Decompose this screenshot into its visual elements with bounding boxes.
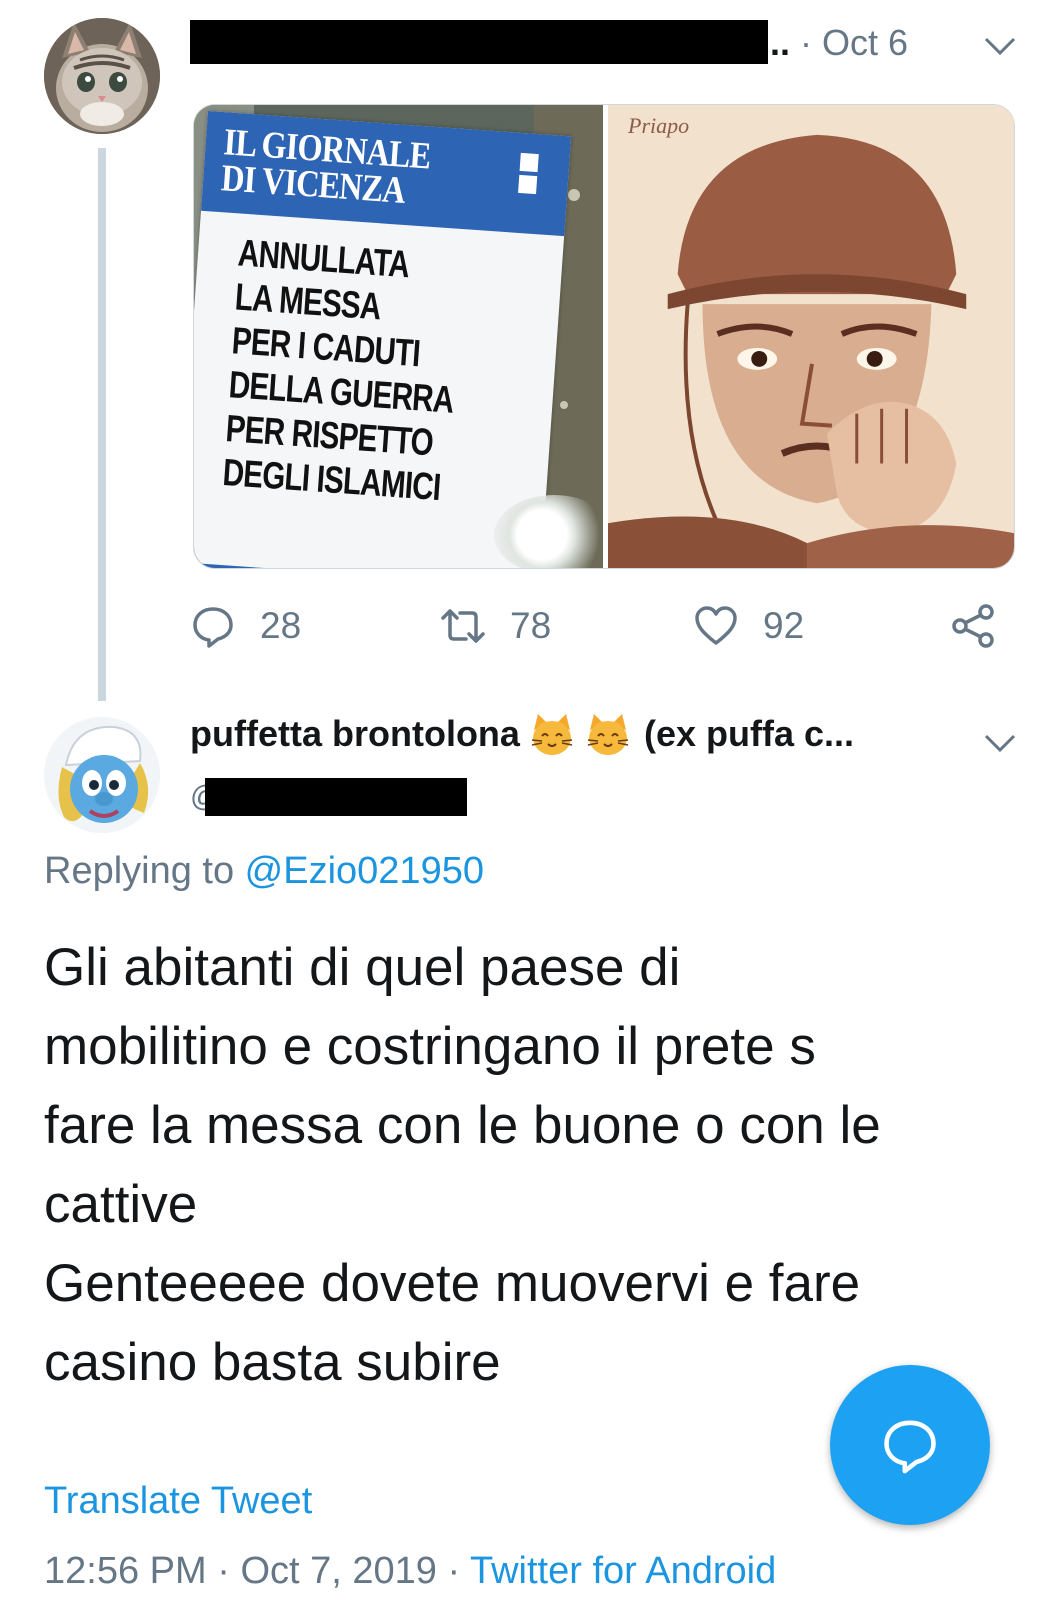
redacted-author-name — [190, 20, 768, 64]
reply-author-avatar[interactable] — [44, 717, 160, 833]
poster-footer-band — [194, 561, 540, 568]
cat-face-emoji-icon — [587, 714, 629, 755]
reply-display-name: puffetta brontolona — [190, 713, 520, 754]
parent-tweet-meta: .. · Oct 6 — [770, 22, 908, 64]
share-icon — [952, 604, 994, 648]
poster-headline: ANNULLATA LA MESSA PER I CADUTI DELLA GU… — [221, 232, 455, 510]
reply-bubble-icon — [884, 1420, 936, 1474]
tweet-client-link[interactable]: Twitter for Android — [470, 1550, 776, 1592]
poster-masthead: IL GIORNALE DI VICENZA — [219, 121, 432, 212]
meta-separator: · — [447, 1550, 461, 1592]
cat-face-emoji-icon — [531, 714, 573, 755]
tweet-text-line: mobilitino e costringano il prete s — [44, 1017, 816, 1076]
tweet-date: Oct 7, 2019 — [240, 1550, 437, 1592]
compose-reply-fab[interactable] — [830, 1365, 990, 1525]
reply-tweet-timestamp: 12:56 PM · Oct 7, 2019 · Twitter for And… — [44, 1550, 776, 1593]
kitten-avatar-image — [44, 18, 160, 134]
replying-handle-link[interactable]: @Ezio021950 — [245, 850, 484, 892]
redacted-reply-handle — [205, 778, 467, 816]
reply-tweet-text: Gli abitanti di quel paese di mobilitino… — [44, 928, 1034, 1402]
heart-icon — [695, 606, 737, 645]
name-truncation: .. — [770, 22, 791, 63]
newspaper-poster-image[interactable]: IL GIORNALE DI VICENZA ANNULLATA LA MESS… — [194, 105, 603, 568]
soldier-poster-image[interactable]: Priapo — [608, 105, 1014, 568]
reply-bubble-icon — [193, 607, 233, 648]
white-flowers — [494, 495, 603, 568]
reply-count: 28 — [260, 605, 302, 646]
parent-author-avatar[interactable] — [44, 18, 160, 134]
replying-prefix: Replying to — [44, 850, 245, 892]
smurfette-avatar-image — [44, 717, 160, 833]
tweet-text-line: cattive — [44, 1175, 198, 1234]
meta-separator: · — [217, 1550, 230, 1592]
thread-connector-line — [98, 148, 106, 701]
retweet-count: 78 — [510, 605, 552, 646]
reply-display-name-suffix: (ex puffa c... — [643, 713, 854, 754]
replying-to-line: Replying to @Ezio021950 — [44, 850, 484, 893]
parent-tweet-media[interactable]: IL GIORNALE DI VICENZA ANNULLATA LA MESS… — [193, 104, 1015, 569]
retweet-icon — [441, 609, 485, 643]
pointing-soldier-illustration — [608, 105, 1014, 568]
artist-signature: Priapo — [628, 113, 690, 138]
retweet-action[interactable]: 78 — [440, 598, 551, 654]
like-count: 92 — [763, 605, 805, 646]
tweet-text-line: fare la messa con le buone o con le — [44, 1096, 881, 1155]
tweet-time: 12:56 PM — [44, 1550, 207, 1592]
parent-tweet-menu-chevron-icon[interactable] — [983, 35, 1017, 57]
reply-tweet-menu-chevron-icon[interactable] — [983, 732, 1017, 754]
like-action[interactable]: 92 — [693, 598, 804, 654]
tweet-text-line: Genteeeee dovete muovervi e fare — [44, 1254, 861, 1313]
meta-separator: · — [800, 22, 813, 63]
poster-logo-icon — [499, 148, 556, 221]
reply-author-name-row[interactable]: puffetta brontolona (ex puffa c... — [190, 710, 854, 758]
newspaper-poster: IL GIORNALE DI VICENZA ANNULLATA LA MESS… — [194, 111, 572, 568]
share-action[interactable] — [950, 598, 996, 654]
reply-action[interactable]: 28 — [190, 598, 301, 654]
tweet-text-line: Gli abitanti di quel paese di — [44, 938, 681, 997]
parent-tweet-date[interactable]: Oct 6 — [822, 22, 908, 63]
translate-tweet-link[interactable]: Translate Tweet — [44, 1480, 312, 1523]
